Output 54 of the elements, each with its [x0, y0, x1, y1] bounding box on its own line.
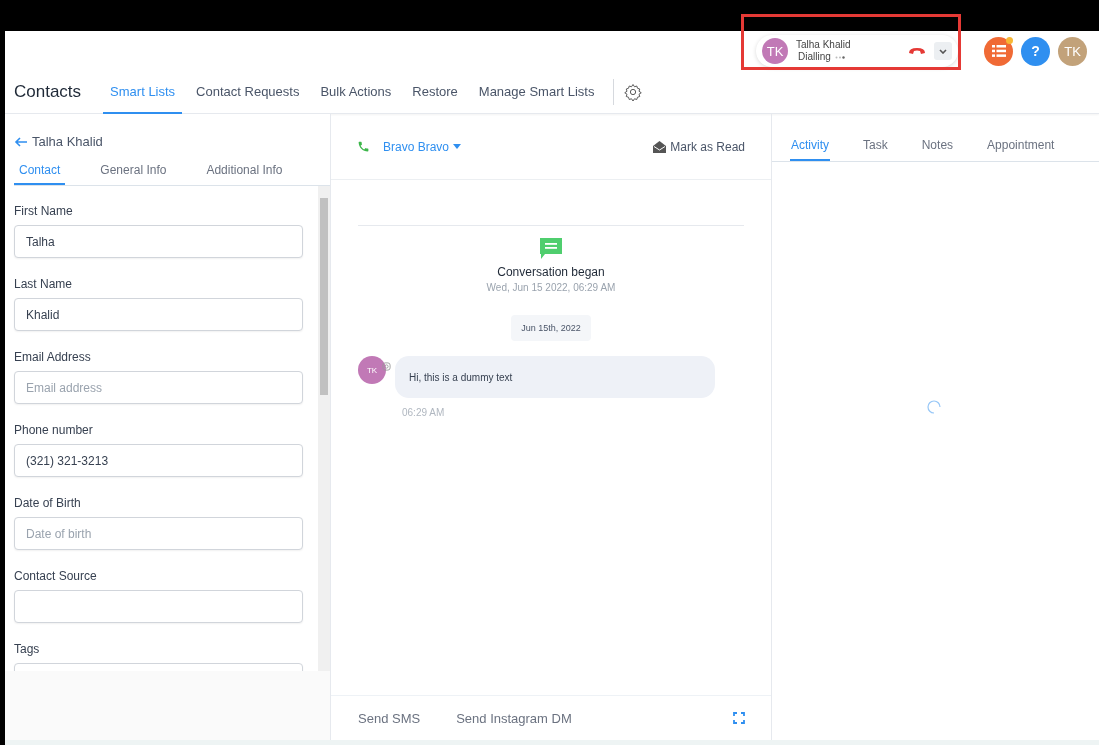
hang-up-icon[interactable] [908, 47, 926, 55]
contact-dropdown[interactable]: Bravo Bravo [383, 139, 462, 154]
field-label: First Name [14, 204, 74, 218]
input-field[interactable]: Email address [14, 371, 303, 404]
activity-tab[interactable]: Appointment [986, 138, 1056, 161]
nav-tab[interactable]: Restore [405, 70, 465, 114]
activity-tab[interactable]: Notes [920, 138, 955, 161]
contact-name: Talha Khalid [32, 134, 103, 149]
activity-tab[interactable]: Task [862, 138, 889, 161]
back-arrow-icon[interactable] [14, 136, 28, 147]
activity-tab[interactable]: Activity [790, 138, 830, 161]
input-field[interactable]: Talha [14, 225, 303, 258]
sender-avatar: TK [358, 356, 386, 384]
caret-icon [453, 144, 462, 149]
field-label: Phone number [14, 423, 94, 437]
event-time: Wed, Jun 15 2022, 06:29 AM [486, 282, 616, 293]
instagram-icon [382, 362, 391, 371]
tasks-button[interactable] [984, 36, 1013, 66]
chevron-down-icon [939, 48, 947, 54]
mark-as-read-button[interactable]: Mark as Read [653, 139, 745, 154]
settings-icon[interactable] [624, 83, 643, 101]
field-label: Tags [14, 642, 41, 656]
event-title: Conversation began [497, 265, 605, 279]
page-title: Contacts [14, 82, 82, 102]
nav-tab[interactable]: Contact Requests [189, 70, 307, 114]
input-field[interactable]: Date of birth [14, 517, 303, 550]
input-field[interactable]: (321) 321-3213 [14, 444, 303, 477]
dots-icon [834, 55, 845, 59]
caller-name: Talha Khalid [796, 39, 851, 51]
phone-icon [357, 140, 370, 153]
chat-icon [540, 238, 562, 260]
field-label: Last Name [14, 277, 74, 291]
nav-tab[interactable]: Manage Smart Lists [471, 70, 602, 114]
contact-tab[interactable]: Additional Info [201, 163, 288, 185]
call-status: Dialling [798, 51, 831, 63]
field-label: Contact Source [14, 569, 98, 583]
nav-tab[interactable]: Bulk Actions [313, 70, 399, 114]
list-icon [991, 45, 1006, 57]
contact-tab[interactable]: General Info [95, 163, 172, 185]
caller-avatar: TK [762, 38, 788, 64]
scrollbar[interactable] [318, 186, 330, 671]
input-field[interactable] [14, 590, 303, 623]
envelope-icon [653, 140, 667, 153]
date-chip: Jun 15th, 2022 [511, 315, 591, 341]
expand-button[interactable] [934, 42, 952, 60]
input-field[interactable]: Khalid [14, 298, 303, 331]
field-label: Email Address [14, 350, 92, 364]
field-label: Date of Birth [14, 496, 82, 510]
message-bubble: Hi, this is a dummy text [395, 356, 715, 398]
composer-tab[interactable]: Send Instagram DM [456, 710, 572, 726]
fullscreen-icon[interactable] [733, 712, 745, 724]
message-time: 06:29 AM [402, 407, 445, 418]
composer-tab[interactable]: Send SMS [358, 710, 421, 726]
help-button[interactable]: ? [1021, 36, 1050, 66]
